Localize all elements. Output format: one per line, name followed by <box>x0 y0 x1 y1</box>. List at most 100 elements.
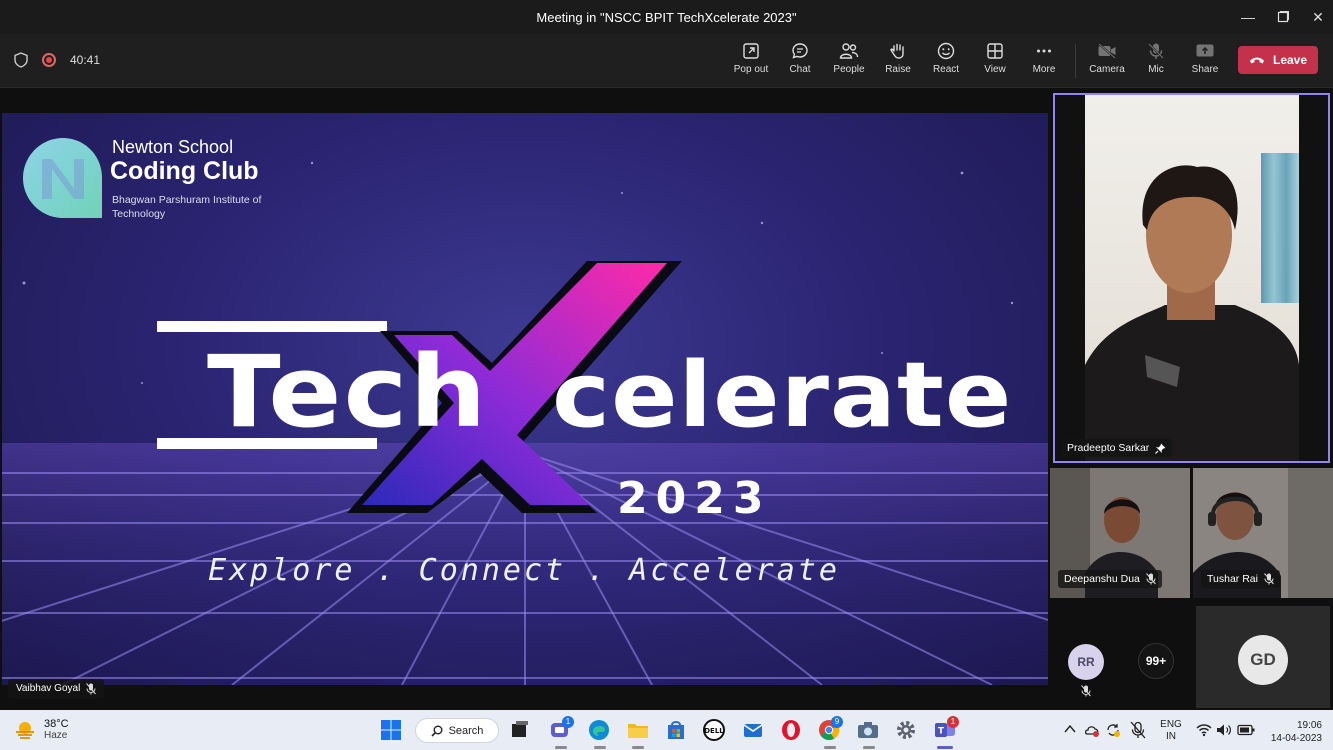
battery-icon[interactable] <box>1237 724 1255 736</box>
chevron-up-icon[interactable] <box>1064 724 1076 734</box>
volume-icon[interactable] <box>1216 723 1232 737</box>
grid-icon <box>987 43 1003 59</box>
camera-label: Camera <box>1089 64 1125 75</box>
running-indicator <box>555 746 567 749</box>
mail-icon[interactable] <box>741 718 765 742</box>
search-label: Search <box>448 724 484 737</box>
leave-button[interactable]: Leave <box>1238 46 1318 74</box>
participant-video-main[interactable]: Pradeepto Sarkar <box>1053 93 1330 463</box>
camera-button[interactable]: Camera <box>1083 42 1131 75</box>
chat-icon <box>792 43 808 59</box>
more-button[interactable]: More <box>1020 42 1068 75</box>
svg-text:T: T <box>938 727 945 737</box>
participant-name-tag: Tushar Rai <box>1201 570 1280 588</box>
main-participant-name-tag: Pradeepto Sarkar <box>1061 439 1173 457</box>
camera-app-icon[interactable] <box>856 718 880 742</box>
mic-off-icon <box>1264 573 1274 585</box>
avatar-initials: RR <box>1077 655 1095 669</box>
people-icon <box>839 43 859 59</box>
participant-video-tushar[interactable]: Tushar Rai <box>1193 468 1333 598</box>
haze-sun-icon <box>16 721 34 739</box>
task-view-icon[interactable] <box>508 718 532 742</box>
share-icon <box>1196 44 1214 57</box>
participant-tile-gd[interactable]: GD <box>1196 606 1330 708</box>
participant-video-deepanshu[interactable]: Deepanshu Dua <box>1050 468 1190 598</box>
sync-icon[interactable] <box>1105 722 1121 738</box>
svg-text:DELL: DELL <box>704 727 724 735</box>
clock-time: 19:06 <box>1296 720 1322 731</box>
minimize-icon[interactable]: — <box>1236 6 1260 28</box>
raise-label: Raise <box>885 64 911 75</box>
mic-off-icon <box>1081 685 1091 697</box>
teams-badge: 1 <box>947 716 959 728</box>
main-participant-name: Pradeepto Sarkar <box>1067 442 1150 454</box>
event-year: 2023 <box>617 473 771 524</box>
running-indicator <box>632 746 644 749</box>
opera-icon[interactable] <box>779 718 803 742</box>
mic-button[interactable]: Mic <box>1132 42 1180 75</box>
temperature: 38°C <box>44 718 69 730</box>
view-button[interactable]: View <box>971 42 1019 75</box>
weather-widget[interactable]: 38°C Haze <box>14 718 69 741</box>
dell-icon[interactable]: DELL <box>702 718 726 742</box>
popout-button[interactable]: Pop out <box>727 42 775 75</box>
windows-start-icon[interactable] <box>379 718 403 742</box>
people-button[interactable]: People <box>825 42 873 75</box>
chrome-badge: 9 <box>831 716 843 728</box>
mic-off-icon <box>1146 573 1156 585</box>
mic-off-icon <box>86 683 97 695</box>
mic-muted-tray-icon[interactable] <box>1130 721 1146 739</box>
shared-screen[interactable]: Newton School Coding Club Bhagwan Parshu… <box>2 113 1048 685</box>
running-indicator-active <box>937 746 953 749</box>
phone-hangup-icon <box>1249 57 1264 64</box>
participant-name: Tushar Rai <box>1207 573 1258 585</box>
clock-date: 14-04-2023 <box>1270 733 1322 744</box>
raise-hand-button[interactable]: Raise <box>874 42 922 75</box>
event-title-graphic: Tech celerate 2023 <box>157 261 1012 524</box>
react-button[interactable]: React <box>922 42 970 75</box>
shield-icon <box>14 52 28 68</box>
camera-off-icon <box>1098 43 1116 59</box>
chat-label: Chat <box>789 64 811 75</box>
avatar-gd: GD <box>1238 635 1288 685</box>
toolbar-divider <box>1075 44 1076 78</box>
edge-icon[interactable] <box>587 718 611 742</box>
meeting-timer: 40:41 <box>70 53 101 67</box>
search-icon <box>430 725 443 737</box>
onedrive-icon[interactable] <box>1084 722 1100 738</box>
react-label: React <box>932 64 960 75</box>
share-button[interactable]: Share <box>1181 42 1229 75</box>
more-label: More <box>1032 64 1056 75</box>
event-title-tech: Tech <box>207 335 488 450</box>
settings-icon[interactable] <box>894 718 918 742</box>
popout-icon <box>743 43 759 59</box>
file-explorer-icon[interactable] <box>626 718 650 742</box>
avatar-initials: GD <box>1250 650 1276 669</box>
store-icon[interactable] <box>664 718 688 742</box>
running-indicator <box>594 746 606 749</box>
running-indicator <box>863 746 875 749</box>
overflow-count: 99+ <box>1145 654 1167 668</box>
popout-label: Pop out <box>733 64 769 75</box>
presenter-name-tag: Vaibhav Goyal <box>8 679 105 699</box>
participant-name: Deepanshu Dua <box>1064 573 1140 585</box>
wifi-icon[interactable] <box>1196 723 1212 737</box>
pin-icon <box>1155 443 1166 454</box>
windows-taskbar: 38°C Haze Search 1 DELL 9 T 1 ENG IN 19:… <box>0 710 1333 750</box>
chat-button[interactable]: Chat <box>776 42 824 75</box>
more-participants-button[interactable]: 99+ <box>1138 643 1174 679</box>
people-label: People <box>833 64 865 75</box>
mic-label: Mic <box>1148 64 1164 75</box>
mic-off-icon <box>1148 43 1164 59</box>
language-indicator[interactable]: ENG IN <box>1158 719 1184 743</box>
meeting-toolbar: 40:41 Pop out Chat People Raise React Vi… <box>0 34 1333 88</box>
taskbar-search[interactable]: Search <box>415 718 499 743</box>
more-icon <box>1037 49 1051 53</box>
close-icon[interactable]: ✕ <box>1306 6 1330 28</box>
event-title-celerate: celerate <box>552 343 1012 447</box>
smiley-icon <box>937 42 955 60</box>
maximize-icon[interactable] <box>1271 6 1295 28</box>
clock[interactable]: 19:06 14-04-2023 <box>1262 719 1328 745</box>
avatar-rr[interactable]: RR <box>1068 644 1104 680</box>
running-indicator <box>824 746 836 749</box>
